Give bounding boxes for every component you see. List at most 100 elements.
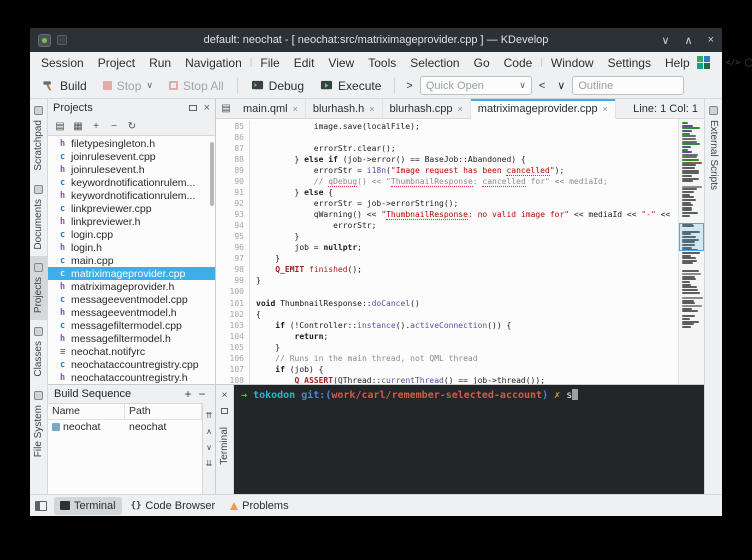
menu-file[interactable]: File — [253, 55, 286, 71]
show-targets-icon[interactable]: ▦ — [70, 121, 86, 132]
dock-tab-external-scripts[interactable]: External Scripts — [705, 99, 722, 197]
remove-from-build-sequence-button[interactable]: − — [195, 387, 209, 401]
code-line[interactable]: 94 errorStr; — [216, 220, 678, 231]
file-row[interactable]: cjoinrulesevent.cpp — [48, 150, 215, 163]
float-panel-icon[interactable] — [189, 105, 197, 111]
menu-tools[interactable]: Tools — [361, 55, 403, 71]
code-line[interactable]: 95 } — [216, 231, 678, 242]
jump-back-button[interactable]: < — [534, 78, 550, 94]
menu-settings[interactable]: Settings — [601, 55, 658, 71]
build-sequence-row[interactable]: neochatneochat — [48, 420, 202, 434]
file-row[interactable]: ckeywordnotificationrulem... — [48, 176, 215, 189]
tab-close-icon[interactable]: × — [369, 104, 374, 114]
close-panel-icon[interactable]: × — [204, 102, 210, 114]
dock-tab-projects[interactable]: Projects — [30, 256, 47, 320]
file-row[interactable]: cmain.cpp — [48, 254, 215, 267]
code-view[interactable]: 85 image.save(localFile);8687 errorStr.c… — [216, 119, 678, 384]
code-line[interactable]: 100 — [216, 286, 678, 297]
move-up-icon[interactable]: ∧ — [206, 427, 212, 436]
tab-blurhash-cpp[interactable]: blurhash.cpp× — [383, 99, 471, 119]
dock-tab-file-system[interactable]: File System — [30, 384, 47, 464]
menu-project[interactable]: Project — [91, 55, 142, 71]
file-row[interactable]: hjoinrulesevent.h — [48, 163, 215, 176]
code-line[interactable]: 101void ThumbnailResponse::doCancel() — [216, 298, 678, 309]
code-line[interactable]: 96 job = nullptr; — [216, 242, 678, 253]
jump-dropdown-button[interactable]: ∨ — [552, 77, 570, 94]
tab-blurhash-h[interactable]: blurhash.h× — [306, 99, 383, 119]
minimize-button[interactable]: ∨ — [661, 34, 669, 47]
code-editor[interactable]: 85 image.save(localFile);8687 errorStr.c… — [216, 119, 704, 384]
code-line[interactable]: 104 return; — [216, 331, 678, 342]
minimap-viewport[interactable] — [679, 223, 704, 251]
menu-code[interactable]: Code — [497, 55, 540, 71]
menu-navigation[interactable]: Navigation — [178, 55, 249, 71]
file-row[interactable]: hkeywordnotificationrulem... — [48, 189, 215, 202]
add-to-build-sequence-button[interactable]: + — [181, 387, 195, 401]
code-line[interactable]: 97 } — [216, 253, 678, 264]
column-header-path[interactable]: Path — [125, 404, 202, 419]
close-button[interactable]: × — [708, 34, 714, 47]
terminal-view[interactable]: → tokodon git:(work/carl/remember-select… — [234, 385, 704, 494]
code-line[interactable]: 86 — [216, 132, 678, 143]
file-row[interactable]: hlinkpreviewer.h — [48, 215, 215, 228]
toggle-docks-icon[interactable] — [35, 501, 47, 511]
code-line[interactable]: 87 errorStr.clear(); — [216, 143, 678, 154]
tab-close-icon[interactable]: × — [293, 104, 298, 114]
tab-close-icon[interactable]: × — [458, 104, 463, 114]
titlebar[interactable]: default: neochat - [ neochat:src/matrixi… — [30, 28, 722, 52]
code-line[interactable]: 89 errorStr = i18n("Image request has be… — [216, 165, 678, 176]
dock-tab-classes[interactable]: Classes — [30, 320, 47, 384]
toolbar-overflow-button[interactable]: > — [401, 78, 417, 94]
file-row[interactable]: hfiletypesingleton.h — [48, 137, 215, 150]
outline-input[interactable]: Outline — [572, 76, 684, 95]
code-line[interactable]: 103 if (!Controller::instance().activeCo… — [216, 320, 678, 331]
file-row[interactable]: hlogin.h — [48, 241, 215, 254]
menu-window[interactable]: Window — [544, 55, 601, 71]
code-line[interactable]: 107 if (job) { — [216, 364, 678, 375]
code-line[interactable]: 92 errorStr = job->errorString(); — [216, 198, 678, 209]
expand-all-icon[interactable]: + — [88, 121, 104, 132]
menu-session[interactable]: Session — [34, 55, 91, 71]
stop-button[interactable]: Stop ∨ — [96, 76, 160, 96]
menu-run[interactable]: Run — [142, 55, 178, 71]
code-line[interactable]: 91 } else { — [216, 187, 678, 198]
menu-selection[interactable]: Selection — [403, 55, 466, 71]
reload-icon[interactable]: ↻ — [124, 121, 140, 132]
code-line[interactable]: 88 } else if (job->error() == BaseJob::A… — [216, 154, 678, 165]
menu-go[interactable]: Go — [467, 55, 497, 71]
statusbar-problems-button[interactable]: Problems — [224, 497, 294, 515]
stop-all-button[interactable]: Stop All — [162, 76, 231, 96]
debug-button[interactable]: Debug — [244, 76, 311, 96]
area-switcher-icon[interactable] — [697, 56, 710, 69]
move-top-icon[interactable]: ⇈ — [206, 411, 213, 420]
file-row[interactable]: clinkpreviewer.cpp — [48, 202, 215, 215]
maximize-button[interactable]: ∧ — [685, 34, 693, 47]
file-row[interactable]: cmessageeventmodel.cpp — [48, 293, 215, 306]
dock-tab-documents[interactable]: Documents — [30, 178, 47, 257]
code-line[interactable]: 85 image.save(localFile); — [216, 121, 678, 132]
file-row[interactable]: hmatriximageprovider.h — [48, 280, 215, 293]
file-row[interactable]: clogin.cpp — [48, 228, 215, 241]
file-row[interactable]: hmessagefiltermodel.h — [48, 332, 215, 345]
locate-current-document-icon[interactable]: ▤ — [52, 121, 68, 132]
file-row[interactable]: cmatriximageprovider.cpp — [48, 267, 215, 280]
collapse-all-icon[interactable]: − — [106, 121, 122, 132]
tab-close-icon[interactable]: × — [603, 104, 608, 114]
file-row[interactable]: ≡neochat.notifyrc — [48, 345, 215, 358]
column-header-name[interactable]: Name — [48, 404, 125, 419]
minimap[interactable] — [678, 119, 704, 384]
quick-open-input[interactable]: Quick Open ∨ — [420, 76, 532, 95]
menu-view[interactable]: View — [321, 55, 361, 71]
statusbar-code-browser-button[interactable]: {}Code Browser — [125, 497, 222, 515]
execute-button[interactable]: Execute — [313, 76, 388, 96]
tab-main-qml[interactable]: main.qml× — [236, 99, 306, 119]
build-button[interactable]: Build — [35, 76, 94, 96]
menu-edit[interactable]: Edit — [287, 55, 322, 71]
dock-tab-scratchpad[interactable]: Scratchpad — [30, 99, 47, 178]
move-bottom-icon[interactable]: ⇊ — [206, 459, 213, 468]
statusbar-terminal-button[interactable]: Terminal — [54, 497, 122, 515]
file-row[interactable]: cmessagefiltermodel.cpp — [48, 319, 215, 332]
code-line[interactable]: 93 qWarning() << "ThumbnailResponse: no … — [216, 209, 678, 220]
code-line[interactable]: 105 } — [216, 342, 678, 353]
tree-scrollbar[interactable] — [210, 142, 214, 206]
